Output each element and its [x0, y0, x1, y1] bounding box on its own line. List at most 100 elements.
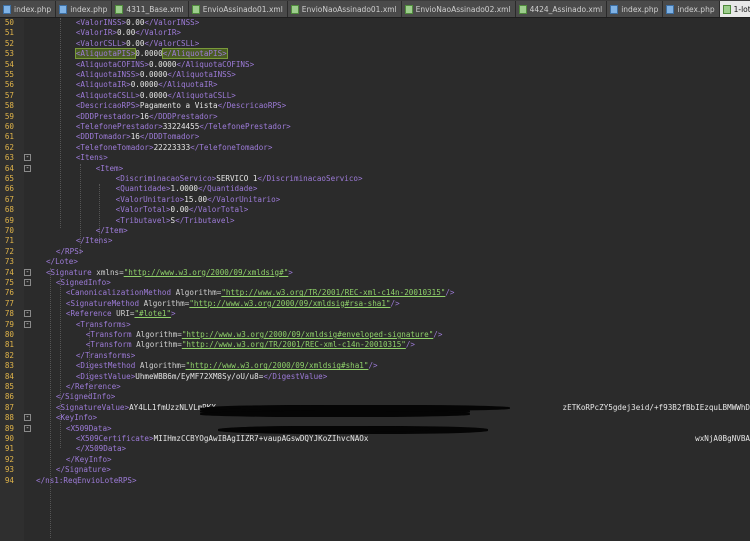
line-number: 54: [4, 59, 14, 69]
tab-5[interactable]: EnvioNaoAssinado02.xml: [401, 1, 516, 17]
line-number: 76: [4, 288, 14, 298]
code-line: 67 <ValorUnitario>15.00</ValorUnitario>: [0, 195, 750, 205]
code-text: </RPS>: [56, 247, 83, 257]
code-token: <SignatureMethod: [65, 298, 144, 308]
code-token: Pagamento a Vista: [139, 101, 218, 111]
code-token: <SignatureValue>: [55, 402, 130, 412]
code-token: </ValorIR>: [135, 28, 181, 38]
fold-toggle-icon[interactable]: -: [24, 279, 31, 286]
tab-label: index.php: [14, 4, 52, 14]
code-text: <Transform Algorithm="http://www.w3.org/…: [86, 330, 443, 340]
code-line: 52 <ValorCSLL>0.00</ValorCSLL>: [0, 39, 750, 49]
code-text: <ValorIR>0.00</ValorIR>: [76, 28, 181, 38]
code-line: 72 </RPS>: [0, 247, 750, 257]
code-token: </ValorUnitario>: [207, 194, 281, 204]
code-text: <ValorCSLL>0.00</ValorCSLL>: [76, 39, 199, 49]
line-number: 74: [4, 267, 14, 277]
code-text: </SignedInfo>: [56, 392, 115, 402]
code-text: <Itens>: [76, 153, 108, 163]
code-line: 57 <AliquotaCSLL>0.0000</AliquotaCSLL>: [0, 91, 750, 101]
line-number: 86: [4, 392, 14, 402]
fold-toggle-icon[interactable]: -: [24, 310, 31, 318]
code-text: <DigestMethod Algorithm="http://www.w3.o…: [76, 361, 378, 371]
code-line: 61 <DDDTomador>16</DDDTomador>: [0, 132, 750, 142]
code-line: 60 <TelefonePrestador>33224455</TelefoneP…: [0, 122, 750, 132]
fold-toggle-icon[interactable]: -: [24, 268, 31, 276]
line-number: 51: [4, 28, 14, 38]
code-token: <SignedInfo>: [55, 278, 111, 287]
code-text: <AliquotaCSLL>0.0000</AliquotaCSLL>: [76, 91, 236, 101]
code-token: <CanonicalizationMethod: [65, 288, 176, 298]
tab-0[interactable]: index.php: [0, 1, 57, 17]
code-token: <Transform: [85, 330, 137, 339]
code-token: <Tributavel>: [115, 215, 171, 225]
code-token: "http://www.w3.org/TR/2001/REC-xml-c14n-…: [221, 288, 446, 298]
code-token: 0.0000: [130, 80, 159, 90]
line-number: 59: [4, 111, 14, 121]
code-token: />: [445, 288, 455, 298]
tab-label: EnvioNaoAssinado01.xml: [301, 4, 397, 14]
code-token: 22223333: [153, 142, 191, 152]
code-token: <Reference: [65, 309, 117, 319]
code-text-tail: wxNjA0BgNVBA: [695, 434, 750, 443]
code-token: 16: [130, 132, 140, 142]
fold-toggle-icon[interactable]: -: [24, 424, 31, 432]
code-line: 71 </Itens>: [0, 236, 750, 246]
tab-label: 4424_Assinado.xml: [529, 4, 603, 14]
code-line: 82 </Transforms>: [0, 351, 750, 361]
code-token: <ValorIR>: [75, 28, 117, 38]
code-token: <ValorCSLL>: [75, 38, 127, 48]
code-token: "#lote1": [134, 309, 172, 319]
code-token: 0.00: [126, 18, 145, 27]
code-token: </DDDTomador>: [139, 132, 200, 142]
redaction-mark: [200, 411, 470, 418]
line-number: 68: [4, 205, 14, 215]
tab-2[interactable]: 4311_Base.xml: [112, 1, 189, 17]
code-token: <DDDPrestador>: [75, 111, 140, 121]
tab-4[interactable]: EnvioNaoAssinado01.xml: [287, 1, 402, 17]
code-editor[interactable]: 50 <ValorINSS>0.00</ValorINSS> 51 <ValorIR>…: [0, 18, 750, 541]
code-text: </Transforms>: [76, 351, 135, 361]
code-token: <AliquotaCSLL>: [75, 90, 140, 100]
code-text: </Reference>: [66, 382, 121, 392]
xml-file-icon: [115, 4, 124, 14]
code-line: 54 <AliquotaCOFINS>0.0000</AliquotaCOFINS…: [0, 60, 750, 70]
fold-toggle-icon[interactable]: -: [24, 414, 31, 422]
code-token: <X509Data>: [65, 423, 112, 433]
fold-toggle-icon[interactable]: -: [24, 164, 31, 172]
code-line: 78 - <Reference URI="#lote1">: [0, 309, 750, 319]
tab-3[interactable]: EnvioAssinado01.xml: [188, 1, 288, 17]
code-line: 58 <DescricaoRPS>Pagamento a Vista</Descr…: [0, 101, 750, 111]
code-token: </TelefonePrestador>: [199, 122, 291, 131]
fold-toggle-icon[interactable]: -: [24, 320, 31, 328]
line-number: 52: [4, 38, 14, 48]
code-token: />: [433, 330, 443, 339]
code-line: 50 <ValorINSS>0.00</ValorINSS>: [0, 18, 750, 28]
code-token: />: [368, 361, 378, 371]
code-line: 93 </Signature>: [0, 465, 750, 475]
line-number: 82: [4, 350, 14, 360]
code-token: 0.00: [116, 28, 136, 38]
tab-9[interactable]: 1-lot-rps.xml×: [719, 1, 750, 17]
code-token: MIIHmzCCBYOgAwIBAgIIZR7+vaupAGswDQYJKoZI…: [153, 434, 369, 443]
code-token: <ValorTotal>: [115, 205, 171, 215]
code-text: <DDDPrestador>16</DDDPrestador>: [76, 112, 218, 122]
code-token: </Reference>: [65, 382, 121, 391]
tab-label: EnvioAssinado01.xml: [202, 4, 283, 14]
tab-7[interactable]: index.php: [607, 1, 664, 17]
code-token: <Itens>: [75, 153, 108, 163]
tab-6[interactable]: 4424_Assinado.xml: [515, 1, 608, 17]
code-token: </DigestValue>: [263, 371, 328, 381]
code-line: 63 - <Itens>: [0, 153, 750, 163]
line-number: 73: [4, 257, 14, 267]
fold-toggle-icon[interactable]: -: [24, 154, 31, 162]
xml-file-icon: [722, 4, 731, 14]
code-token: 0.0000: [139, 70, 168, 79]
code-text: </Item>: [96, 226, 128, 236]
tab-1[interactable]: index.php: [56, 1, 113, 17]
code-line: 90 <X509Certificate>MIIHmzCCBYOgAwIBAgIIZ…: [0, 434, 750, 444]
code-token: </ValorCSLL>: [144, 38, 200, 48]
tab-8[interactable]: index.php: [663, 1, 720, 17]
line-number: 92: [4, 454, 14, 464]
code-token: Algorithm=: [175, 288, 222, 298]
